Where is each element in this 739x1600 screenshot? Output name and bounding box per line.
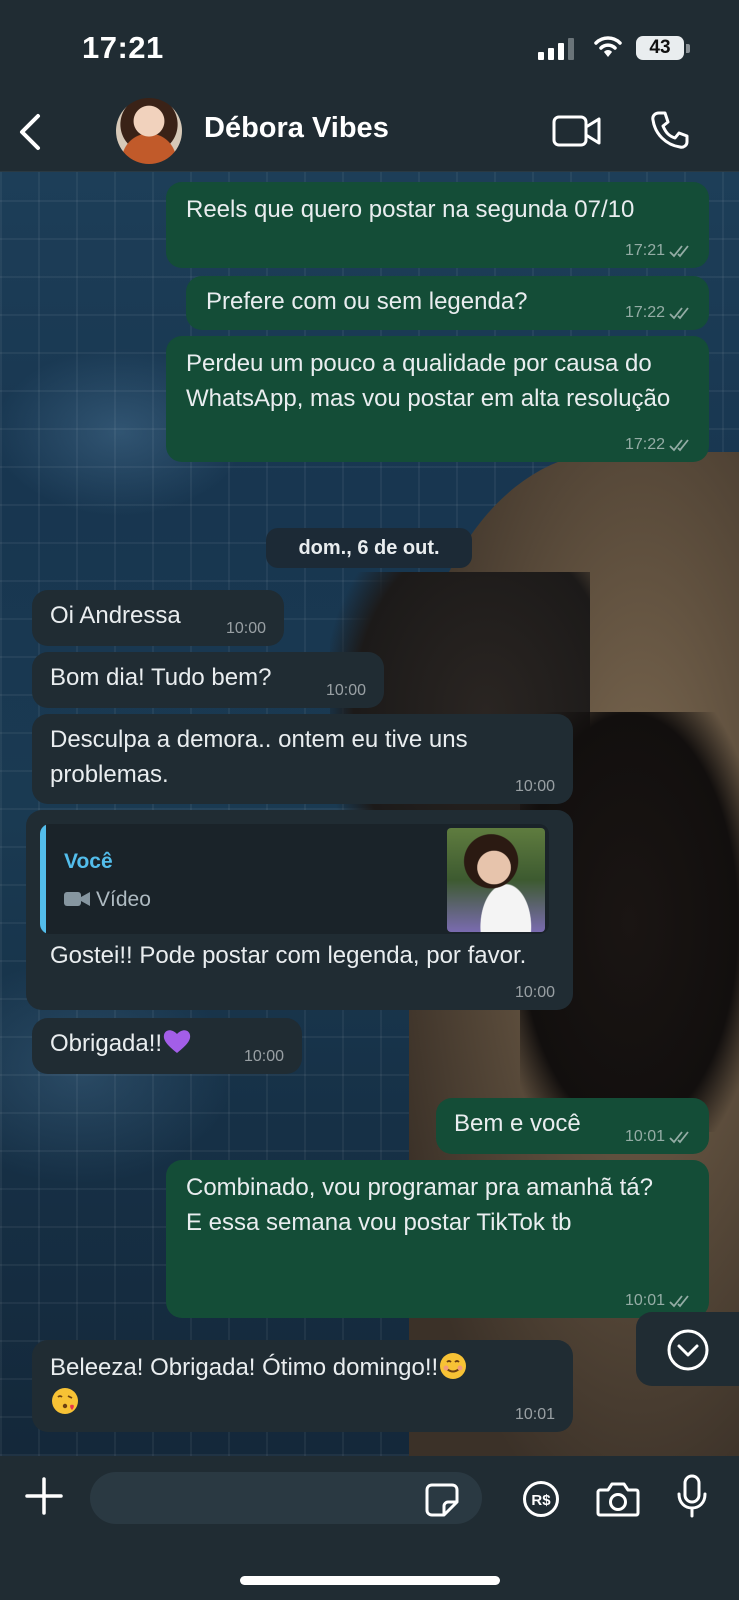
message-meta: 10:00 [226,620,266,638]
date-separator: dom., 6 de out. [266,528,472,568]
message-text: Gostei!! Pode postar com legenda, por fa… [50,942,527,969]
read-ticks-icon [669,1295,689,1308]
message-text: Bom dia! Tudo bem? [50,664,272,691]
read-ticks-icon [669,439,689,452]
message-meta: 10:00 [244,1048,284,1066]
smiling-face-icon [440,1353,467,1379]
chat-header: 17:21 43 Débora Vibes [0,0,739,172]
video-camera-icon[interactable] [552,114,602,148]
message-time: 10:00 [514,984,555,1001]
message-meta: 10:00 [515,984,555,1002]
svg-text:R$: R$ [531,1492,551,1509]
read-ticks-icon [669,1131,689,1144]
message-outgoing[interactable]: Combinado, vou programar pra amanhã tá? … [166,1160,709,1318]
quoted-message[interactable]: Você Vídeo [40,824,549,934]
message-time: 10:00 [225,620,266,637]
message-text: Perdeu um pouco a qualidade por causa do… [186,350,671,412]
message-meta: 10:00 [515,778,555,796]
message-meta: 10:00 [326,682,366,700]
message-meta: 17:21 [625,242,691,260]
composer-bar: R$ [0,1456,739,1600]
message-time: 10:01 [624,1128,665,1145]
message-text: Obrigada!! [50,1030,163,1057]
currency-real-icon[interactable]: R$ [522,1480,560,1518]
message-time: 10:00 [514,778,555,795]
message-outgoing[interactable]: Reels que quero postar na segunda 07/10 … [166,182,709,268]
message-time: 10:01 [514,1406,555,1423]
quoted-media-type: Vídeo [96,888,151,911]
message-text: Beleeza! Obrigada! Ótimo domingo!! [50,1354,439,1381]
camera-icon[interactable] [596,1480,640,1518]
chevron-down-circle-icon [667,1329,709,1371]
message-meta: 10:01 [625,1292,691,1310]
message-time: 17:21 [624,242,665,259]
message-outgoing[interactable]: Bem e você 10:01 [436,1098,709,1154]
battery-cap [686,44,690,53]
phone-icon[interactable] [650,110,690,150]
status-time: 17:21 [82,30,164,65]
message-incoming[interactable]: Desculpa a demora.. ontem eu tive uns pr… [32,714,573,804]
wifi-icon [594,36,622,57]
message-outgoing[interactable]: Prefere com ou sem legenda? 17:22 [186,276,709,330]
video-camera-icon [64,892,90,906]
cellular-signal-icon [538,38,574,60]
message-text: Desculpa a demora.. ontem eu tive uns pr… [50,726,468,788]
message-time: 10:00 [243,1048,284,1065]
quoted-author: Você [64,850,113,873]
home-indicator [240,1576,500,1585]
message-meta: 10:01 [515,1406,555,1424]
message-text-line-2: E essa semana vou postar TikTok tb [186,1209,572,1236]
message-incoming[interactable]: Oi Andressa 10:00 [32,590,284,646]
message-incoming-reply[interactable]: Você Vídeo Gostei!! Pode postar com lege… [26,810,573,1010]
read-ticks-icon [669,307,689,320]
quoted-video-thumbnail [447,828,545,932]
message-text: Reels que quero postar na segunda 07/10 [186,196,635,223]
contact-avatar[interactable] [116,98,182,164]
message-incoming[interactable]: Bom dia! Tudo bem? 10:00 [32,652,384,708]
message-meta: 17:22 [625,436,691,454]
message-time: 17:22 [624,436,665,453]
message-text-line-1: Combinado, vou programar pra amanhã tá? [186,1174,653,1201]
message-time: 10:01 [624,1292,665,1309]
message-time: 17:22 [624,304,665,321]
message-meta: 10:01 [625,1128,691,1146]
message-time: 10:00 [325,682,366,699]
battery-indicator: 43 [636,36,684,60]
message-incoming[interactable]: Beleeza! Obrigada! Ótimo domingo!! 10:01 [32,1340,573,1432]
message-outgoing[interactable]: Perdeu um pouco a qualidade por causa do… [166,336,709,462]
sticker-icon[interactable] [424,1482,460,1518]
chevron-left-icon[interactable] [16,112,46,152]
purple-heart-icon [163,1030,191,1053]
message-meta: 17:22 [625,304,691,322]
message-content: Beleeza! Obrigada! Ótimo domingo!! [50,1350,555,1420]
message-incoming[interactable]: Obrigada!! 10:00 [32,1018,302,1074]
microphone-icon[interactable] [676,1474,708,1520]
contact-name[interactable]: Débora Vibes [204,112,389,145]
plus-icon[interactable] [24,1476,64,1516]
read-ticks-icon [669,245,689,258]
scroll-to-bottom-button[interactable] [636,1312,739,1386]
quote-accent-bar [40,824,46,934]
message-text: Prefere com ou sem legenda? [206,288,528,315]
face-blowing-kiss-icon [52,1388,78,1414]
